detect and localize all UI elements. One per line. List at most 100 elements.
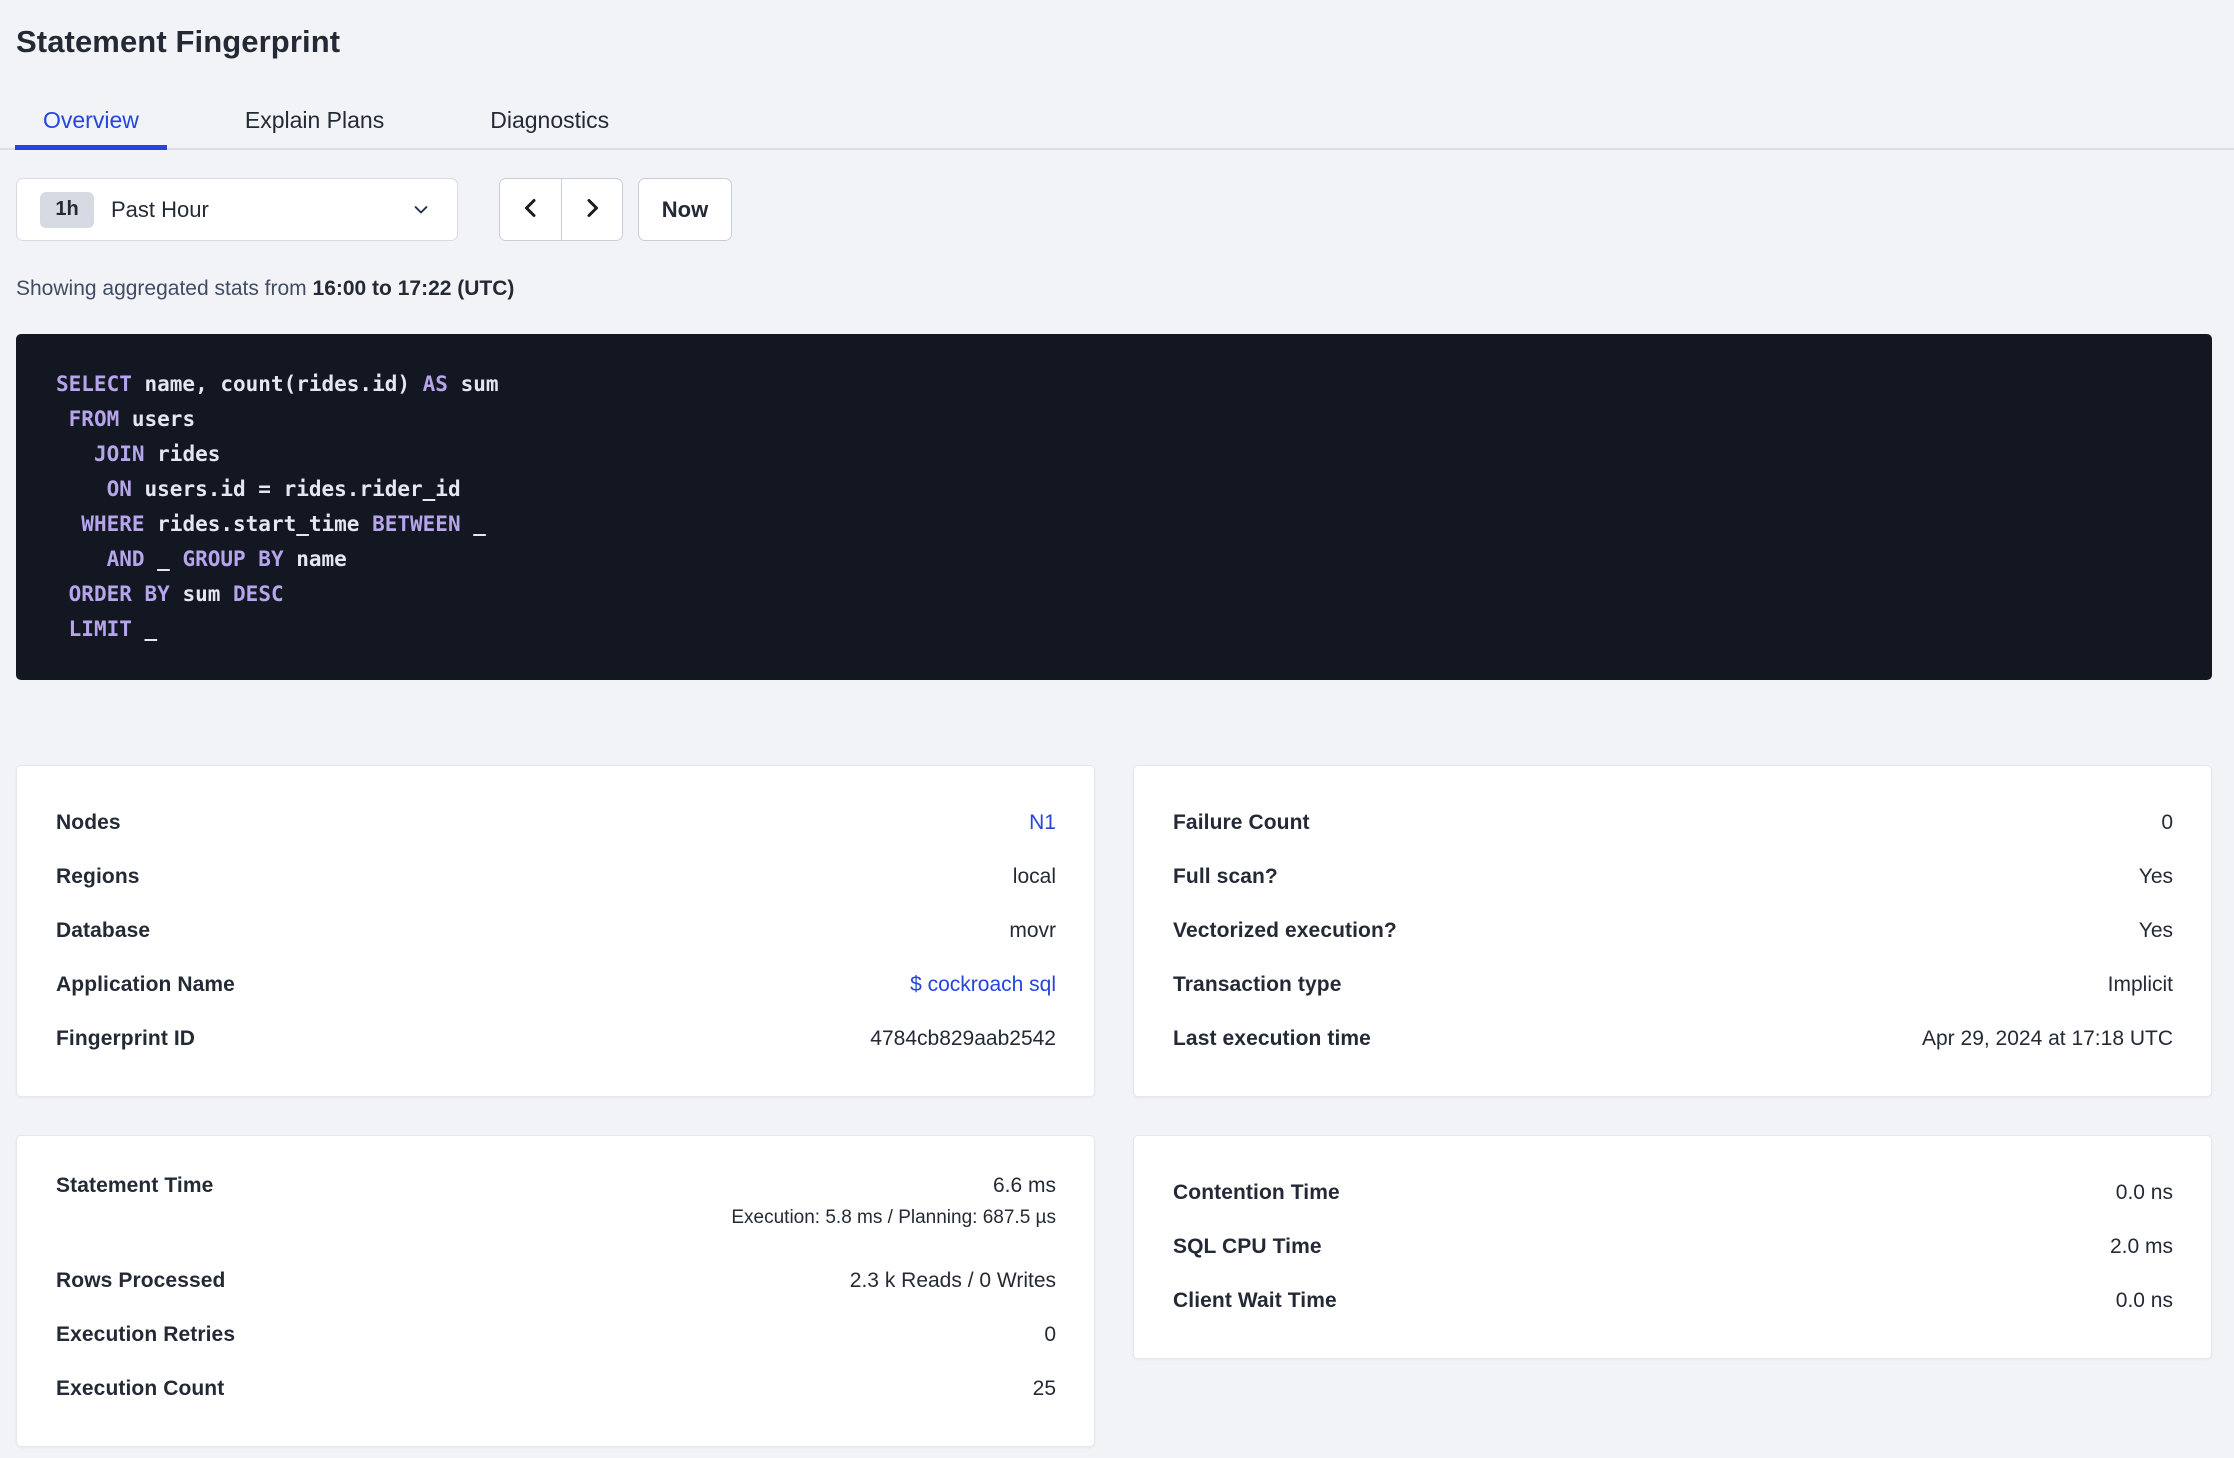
stat-value-wrap: Implicit	[2108, 973, 2173, 997]
stat-value: 0	[1044, 1323, 1056, 1346]
stat-label: Transaction type	[1173, 973, 1342, 996]
stat-value-wrap: 0	[1044, 1323, 1056, 1347]
next-time-button[interactable]	[561, 179, 622, 240]
sql-statement-code: SELECT name, count(rides.id) AS sum FROM…	[56, 367, 2172, 647]
stat-label: Rows Processed	[56, 1269, 226, 1292]
time-range-dropdown[interactable]: 1h Past Hour	[16, 178, 458, 241]
stat-label: Application Name	[56, 973, 235, 996]
stat-row-execution-count: Execution Count 25	[56, 1362, 1056, 1416]
page-title: Statement Fingerprint	[16, 24, 341, 59]
time-range-label: Past Hour	[111, 196, 209, 222]
stat-value-wrap: 6.6 ms Execution: 5.8 ms / Planning: 687.…	[731, 1174, 1056, 1229]
tabs: Overview Explain Plans Diagnostics	[0, 96, 2234, 150]
stat-label: Fingerprint ID	[56, 1027, 196, 1050]
stat-value: movr	[1009, 919, 1056, 942]
statement-performance-card: Statement Time 6.6 ms Execution: 5.8 ms / …	[16, 1135, 1095, 1447]
stat-row-statement-time: Statement Time 6.6 ms Execution: 5.8 ms / …	[56, 1166, 1056, 1254]
tab-explain-plans[interactable]: Explain Plans	[217, 96, 412, 150]
stat-value-wrap: movr	[1009, 919, 1056, 943]
sql-statement-box: SELECT name, count(rides.id) AS sum FROM…	[16, 334, 2212, 680]
sql-keyword: AND	[106, 547, 145, 571]
stat-label: Statement Time	[56, 1174, 214, 1197]
stat-value: 6.6 ms	[992, 1174, 1056, 1197]
sql-text: users.id = rides.rider_id	[131, 477, 461, 501]
stat-row-execution-retries: Execution Retries 0	[56, 1308, 1056, 1362]
stat-value-wrap: 0.0 ns	[2116, 1181, 2173, 1205]
stat-value-wrap: 2.0 ms	[2110, 1235, 2173, 1259]
sql-line: FROM users	[56, 402, 2172, 437]
sql-keyword: ORDER BY	[68, 582, 170, 606]
stat-value-wrap: Yes	[2139, 865, 2173, 889]
stat-value-wrap: Yes	[2139, 919, 2173, 943]
stat-label: SQL CPU Time	[1173, 1235, 1322, 1258]
stat-label: Execution Retries	[56, 1323, 236, 1346]
stat-row-nodes: Nodes N1	[56, 796, 1056, 850]
sql-line: LIMIT _	[56, 612, 2172, 647]
stat-value-wrap: local	[1013, 865, 1056, 889]
stat-value: 2.0 ms	[2109, 1235, 2173, 1258]
sql-line: ORDER BY sum DESC	[56, 577, 2172, 612]
stat-subvalue: Execution: 5.8 ms / Planning: 687.5 µs	[731, 1207, 1056, 1228]
sql-text: _	[131, 617, 158, 641]
sql-keyword: LIMIT	[68, 617, 132, 641]
tab-bar: Overview Explain Plans Diagnostics	[0, 96, 2234, 150]
sql-keyword: WHERE	[81, 512, 145, 536]
stat-row-vectorized-execution: Vectorized execution? Yes	[1173, 904, 2173, 958]
sql-text: sum	[169, 582, 234, 606]
tab-overview[interactable]: Overview	[15, 96, 167, 150]
prev-time-button[interactable]	[500, 179, 561, 240]
sql-keyword: DESC	[233, 582, 284, 606]
execution-attributes-card: Failure Count 0 Full scan? Yes Vectorized ex…	[1133, 765, 2212, 1097]
now-button[interactable]: Now	[638, 178, 732, 241]
details-cards-row: Nodes N1 Regions local Database movr Applicati…	[16, 765, 2212, 1097]
stat-label: Full scan?	[1173, 865, 1278, 888]
stat-value: 2.3 k Reads / 0 Writes	[849, 1269, 1056, 1292]
sql-text: name, count(rides.id)	[131, 372, 423, 396]
chevron-left-icon	[519, 196, 543, 223]
stat-value-link[interactable]: N1	[1029, 811, 1056, 835]
stat-label: Database	[56, 919, 151, 942]
time-toolbar: 1h Past Hour Now	[16, 178, 2212, 241]
stat-row-database: Database movr	[56, 904, 1056, 958]
stat-value: 4784cb829aab2542	[870, 1027, 1056, 1050]
sql-text: users	[119, 407, 196, 431]
stat-value: Implicit	[2107, 973, 2173, 996]
wait-time-card: Contention Time 0.0 ns SQL CPU Time 2.0 ms C…	[1133, 1135, 2212, 1359]
sql-keyword: BETWEEN	[372, 512, 461, 536]
stat-row-fingerprint-id: Fingerprint ID 4784cb829aab2542	[56, 1012, 1056, 1066]
stat-label: Client Wait Time	[1173, 1289, 1337, 1312]
stat-label: Contention Time	[1173, 1181, 1340, 1204]
aggregated-stats-line: Showing aggregated stats from 16:00 to 1…	[16, 275, 2212, 303]
stat-value: Yes	[2138, 865, 2173, 888]
stat-row-transaction-type: Transaction type Implicit	[1173, 958, 2173, 1012]
sql-line: ON users.id = rides.rider_id	[56, 472, 2172, 507]
stat-value-wrap: 2.3 k Reads / 0 Writes	[850, 1269, 1056, 1293]
sql-keyword: AS	[422, 372, 448, 396]
stat-value-link[interactable]: $ cockroach sql	[910, 973, 1056, 997]
aggregated-stats-range: 16:00 to 17:22 (UTC)	[312, 277, 515, 300]
stat-value-wrap: 0	[2161, 811, 2173, 835]
stat-row-client-wait-time: Client Wait Time 0.0 ns	[1173, 1274, 2173, 1328]
sql-line: JOIN rides	[56, 437, 2172, 472]
sql-text: _	[460, 512, 486, 536]
time-step-button-group	[499, 178, 623, 241]
stat-value-wrap: Apr 29, 2024 at 17:18 UTC	[1922, 1027, 2173, 1051]
stat-value-wrap: 0.0 ns	[2116, 1289, 2173, 1313]
stat-value: 0	[2161, 811, 2173, 834]
stat-row-rows-processed: Rows Processed 2.3 k Reads / 0 Writes	[56, 1254, 1056, 1308]
sql-text: rides	[144, 442, 221, 466]
stat-label: Failure Count	[1173, 811, 1310, 834]
sql-text: name	[283, 547, 347, 571]
tab-diagnostics[interactable]: Diagnostics	[462, 96, 637, 150]
sql-line: SELECT name, count(rides.id) AS sum	[56, 367, 2172, 402]
stat-value-wrap: 4784cb829aab2542	[870, 1027, 1056, 1051]
sql-keyword: GROUP BY	[182, 547, 284, 571]
stat-row-regions: Regions local	[56, 850, 1056, 904]
sql-text: sum	[447, 372, 499, 396]
stat-value: 0.0 ns	[2115, 1181, 2173, 1204]
